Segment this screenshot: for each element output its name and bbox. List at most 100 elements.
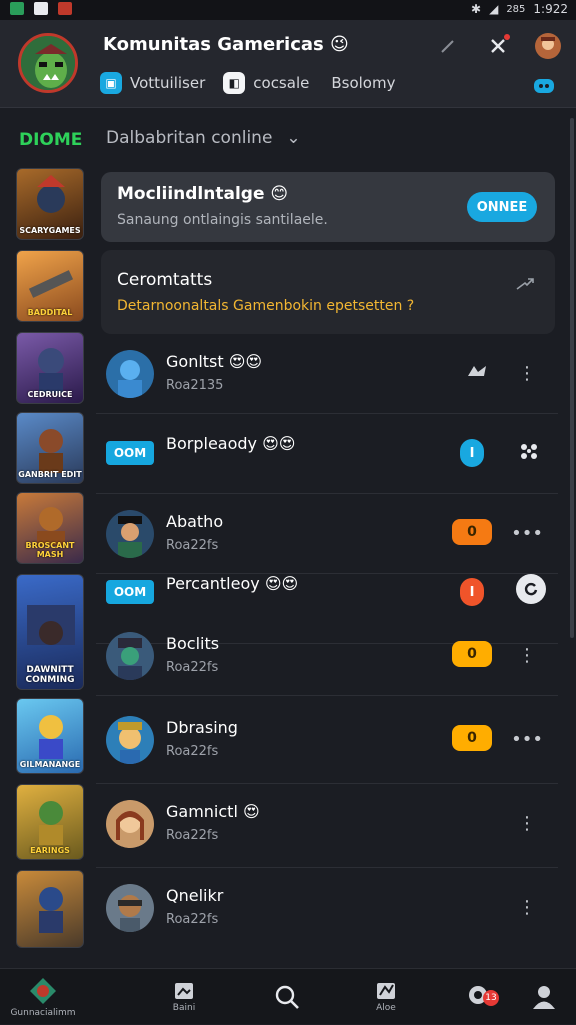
game-thumbnail[interactable]: BADDITAL (16, 250, 84, 322)
controller-icon[interactable] (466, 362, 488, 384)
count-pill[interactable]: 0 (452, 519, 492, 545)
bottom-navigation: Gunnacialimm Baini Aloe 13 (0, 968, 576, 1024)
list-item[interactable]: OOM Borpleaody 😍😍 I (96, 414, 558, 494)
nav-profile[interactable] (524, 969, 564, 1025)
notice-card[interactable]: Ceromtatts Detarnoonaltals Gamenbokin ep… (101, 250, 555, 334)
nav-label: Aloe (376, 1003, 396, 1013)
game-sidebar: DIOME SCARYGAMES BADDITAL CEDRUICE GANBR… (0, 108, 96, 968)
row-name: Abatho (166, 512, 224, 531)
profile-icon (533, 986, 555, 1009)
scrollbar[interactable] (570, 118, 574, 638)
row-subtitle: Roa22fs (166, 744, 219, 759)
game-thumbnail[interactable]: GILMANANGE (16, 698, 84, 774)
thumbnail-caption: EARINGS (30, 846, 70, 855)
thumbnail-caption: GILMANANGE (19, 760, 81, 769)
more-options-icon[interactable]: ⋮ (516, 809, 538, 837)
close-icon[interactable] (484, 32, 512, 60)
more-options-icon[interactable]: ⋮ (516, 359, 538, 387)
notice-subtitle: Detarnoonaltals Gamenbokin epetsetten ? (117, 298, 415, 314)
row-name: Dbrasing (166, 718, 238, 737)
list-item[interactable]: Qnelikr Roa22fs ⋮ (96, 868, 558, 952)
row-subtitle: Roa22fs (166, 828, 219, 843)
online-card-subtitle: Sanaung ontlaingis santilaele. (117, 212, 328, 228)
row-emoji: 😍😍 (264, 574, 299, 593)
list-item[interactable]: Dbrasing Roa22fs 0 ••• (96, 700, 558, 784)
book-icon (175, 983, 193, 999)
notice-title: Ceromtatts (117, 270, 213, 290)
refresh-icon[interactable] (516, 574, 546, 604)
row-subtitle: Roa2135 (166, 378, 224, 393)
chart-icon (377, 983, 395, 999)
more-options-icon[interactable]: ••• (511, 519, 543, 547)
row-name: Gamnictl 😍 (166, 802, 260, 821)
dropdown-label: Dalbabritan conline (106, 128, 273, 148)
count-pill[interactable]: 0 (452, 641, 492, 667)
community-title: Komunitas Gamericas 😉 (103, 34, 349, 55)
online-status-card[interactable]: Mocliindlntalge 😊 Sanaung ontlaingis san… (101, 172, 555, 242)
online-button[interactable]: ONNEE (467, 192, 537, 222)
game-notification-icon (58, 2, 72, 15)
nav-home[interactable]: Gunnacialimm (8, 969, 78, 1025)
row-emoji: 😍😍 (228, 352, 263, 371)
list-item[interactable]: Boclits Roa22fs 0 ⋮ (96, 616, 558, 696)
count-pill[interactable]: 0 (452, 725, 492, 751)
orc-avatar-icon (21, 36, 75, 90)
list-item[interactable]: Abatho Roa22fs 0 ••• (96, 494, 558, 574)
discord-icon[interactable] (530, 72, 558, 100)
community-avatar[interactable] (18, 33, 78, 93)
more-options-icon[interactable]: ••• (511, 725, 543, 753)
chip-label: cocsale (253, 74, 310, 92)
online-card-title: Mocliindlntalge 😊 (117, 184, 288, 204)
row-name: Qnelikr (166, 886, 224, 905)
thumbnail-caption: DAWNITT CONMING (25, 665, 75, 685)
more-options-icon[interactable]: ⋮ (516, 641, 538, 669)
row-subtitle: Roa22fs (166, 912, 219, 927)
chip-cocsale[interactable]: ◧ cocsale (223, 72, 309, 94)
status-indicator[interactable]: I (460, 578, 484, 606)
row-emoji: 😍 (242, 802, 260, 821)
signal-icon: ◢ (489, 2, 499, 16)
thumbnail-caption: BADDITAL (27, 308, 73, 317)
row-subtitle: Roa22fs (166, 538, 219, 553)
room-badge: OOM (106, 580, 154, 604)
avatar (106, 716, 154, 764)
row-name: Gonltst 😍😍 (166, 352, 262, 371)
list-item[interactable]: Gonltst 😍😍 Roa2135 ⋮ (96, 334, 558, 414)
status-indicator[interactable]: I (460, 439, 484, 467)
nav-search[interactable] (262, 969, 312, 1025)
game-thumbnail[interactable]: GANBRIT EDIT (16, 412, 84, 484)
game-logo-icon (30, 978, 56, 1004)
row-name: Boclits (166, 634, 220, 653)
nav-stats[interactable]: Aloe (358, 969, 414, 1025)
row-name-text: Percantleoy (166, 574, 260, 593)
game-thumbnail[interactable] (16, 870, 84, 948)
game-thumbnail[interactable]: EARINGS (16, 784, 84, 860)
more-options-icon[interactable]: ⋮ (516, 893, 538, 921)
game-thumbnail[interactable]: SCARYGAMES (16, 168, 84, 240)
game-thumbnail[interactable]: CEDRUICE (16, 332, 84, 404)
users-icon[interactable] (518, 440, 540, 466)
list-item[interactable]: Gamnictl 😍 Roa22fs ⋮ (96, 784, 558, 868)
game-thumbnail[interactable]: DAWNITT CONMING (16, 574, 84, 690)
expand-arrow-icon[interactable] (515, 276, 535, 295)
chip-bsolomy[interactable]: Bsolomy (327, 74, 395, 92)
main-content: Dalbabritan conline ⌄ Mocliindlntalge 😊 … (96, 108, 570, 968)
row-name-text: Gamnictl (166, 802, 238, 821)
edit-icon[interactable] (434, 32, 462, 60)
chip-vottuiliser[interactable]: ▣ Vottuiliser (100, 72, 205, 94)
avatar (106, 800, 154, 848)
nav-settings[interactable]: 13 (458, 969, 499, 1025)
battery-level: 285 (506, 3, 526, 15)
row-name-text: Borpleaody (166, 434, 258, 453)
row-name: Borpleaody 😍😍 (166, 434, 295, 453)
avatar (106, 350, 154, 398)
gunslinger-art-icon (39, 887, 63, 933)
row-name: Percantleoy 😍😍 (166, 574, 298, 593)
nav-label: Baini (172, 1003, 196, 1013)
game-thumbnail[interactable]: BROSCANT MASH (16, 492, 84, 564)
clock: 1:922 (533, 2, 568, 16)
online-dropdown[interactable]: Dalbabritan conline ⌄ (106, 128, 301, 148)
thumbnail-caption: BROSCANT MASH (25, 541, 75, 559)
nav-library[interactable]: Baini (156, 969, 212, 1025)
user-profile-icon[interactable] (534, 32, 562, 60)
